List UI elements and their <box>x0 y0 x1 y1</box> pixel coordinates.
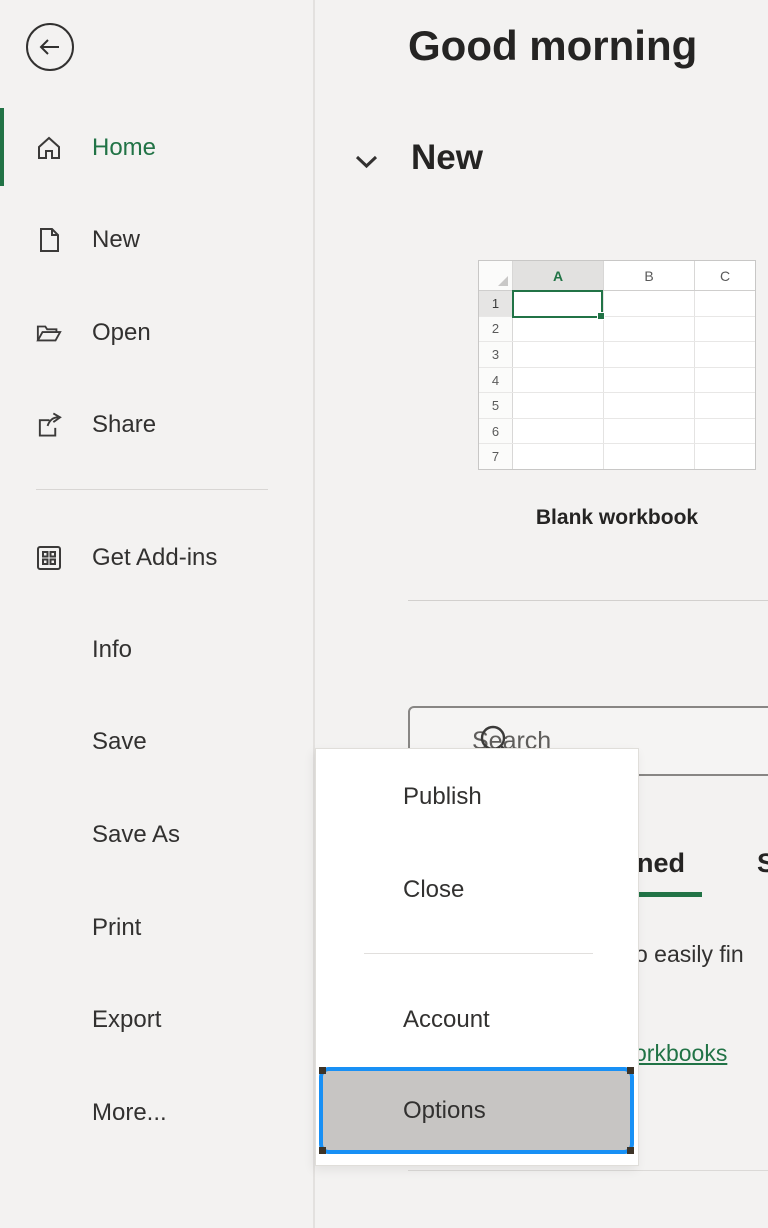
row-header-5: 5 <box>479 393 513 418</box>
menu-item-options-label: Options <box>403 1097 486 1125</box>
tab-pinned[interactable]: ned <box>637 848 685 879</box>
sidebar-item-label: Get Add-ins <box>92 544 217 572</box>
annotation-corner-mark <box>627 1067 634 1074</box>
share-icon <box>36 412 62 438</box>
sidebar-item-save[interactable]: Save <box>0 722 300 762</box>
column-header-b: B <box>604 261 695 290</box>
sidebar-item-open[interactable]: Open <box>0 313 300 353</box>
back-arrow-icon <box>37 34 63 60</box>
workbook-thumbnail: A B C 1 2 3 4 5 6 7 <box>478 260 756 470</box>
column-header-c: C <box>695 261 755 290</box>
home-icon <box>36 135 62 161</box>
select-all-corner <box>479 261 513 290</box>
sidebar-item-label: Open <box>92 319 151 347</box>
sidebar-item-label: Save As <box>92 821 180 849</box>
sidebar-item-label: More... <box>92 1099 167 1127</box>
sidebar-item-label: Save <box>92 728 147 756</box>
menu-item-publish[interactable]: Publish <box>403 783 482 811</box>
chevron-down-icon <box>355 155 378 169</box>
empty-state-text: o easily fin <box>635 941 744 968</box>
sidebar-item-label: Home <box>92 134 156 162</box>
menu-item-options[interactable]: Options <box>319 1067 634 1154</box>
sidebar-divider <box>36 489 268 490</box>
new-section-header[interactable]: New <box>355 138 483 178</box>
sidebar-item-get-add-ins[interactable]: Get Add-ins <box>0 538 300 578</box>
new-document-icon <box>36 227 62 253</box>
blank-workbook-label: Blank workbook <box>478 506 756 530</box>
annotation-corner-mark <box>627 1147 634 1154</box>
menu-divider <box>364 953 593 954</box>
row-header-1: 1 <box>479 291 513 316</box>
back-button[interactable] <box>26 23 74 71</box>
sidebar-item-label: New <box>92 226 140 254</box>
sidebar-item-home[interactable]: Home <box>0 128 300 168</box>
sidebar-item-share[interactable]: Share <box>0 405 300 445</box>
annotation-corner-mark <box>319 1147 326 1154</box>
row-header-7: 7 <box>479 444 513 469</box>
sidebar-item-label: Info <box>92 636 132 664</box>
row-header-2: 2 <box>479 317 513 342</box>
open-folder-icon <box>36 320 62 346</box>
more-options-menu: Publish Close Account Options <box>315 748 639 1166</box>
sidebar-item-label: Share <box>92 411 156 439</box>
bottom-divider <box>408 1170 768 1171</box>
sidebar-item-new[interactable]: New <box>0 220 300 260</box>
blank-workbook-card[interactable]: A B C 1 2 3 4 5 6 7 Blank workbook <box>478 260 756 530</box>
sidebar-item-print[interactable]: Print <box>0 908 300 948</box>
column-header-a: A <box>513 261 604 290</box>
excel-backstage-view: Home New Open Share <box>0 0 768 1228</box>
annotation-corner-mark <box>319 1067 326 1074</box>
active-tab-indicator <box>635 892 702 897</box>
new-section-title: New <box>411 138 483 178</box>
tab-shared[interactable]: S <box>757 848 768 879</box>
sidebar-item-label: Print <box>92 914 141 942</box>
row-header-6: 6 <box>479 419 513 444</box>
row-header-3: 3 <box>479 342 513 367</box>
selected-cell-a1 <box>512 290 603 318</box>
workbooks-link[interactable]: orkbooks <box>634 1040 727 1067</box>
section-divider <box>408 600 768 601</box>
sidebar-item-label: Export <box>92 1006 161 1034</box>
menu-item-close[interactable]: Close <box>403 876 464 904</box>
fill-handle <box>597 312 605 320</box>
sidebar-item-save-as[interactable]: Save As <box>0 815 300 855</box>
sidebar-item-more[interactable]: More... <box>0 1093 300 1133</box>
sidebar-item-export[interactable]: Export <box>0 1000 300 1040</box>
sidebar-item-info[interactable]: Info <box>0 630 300 670</box>
menu-item-account[interactable]: Account <box>403 1006 490 1034</box>
greeting-title: Good morning <box>408 22 697 70</box>
add-ins-icon <box>36 545 62 571</box>
row-header-4: 4 <box>479 368 513 393</box>
